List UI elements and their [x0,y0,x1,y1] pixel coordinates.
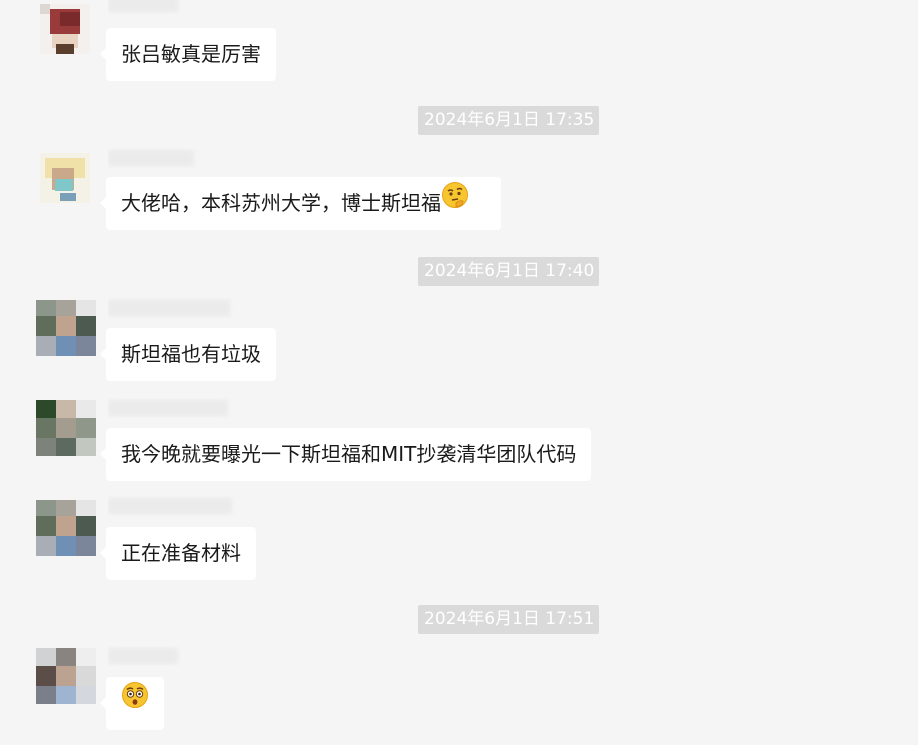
message-text: 正在准备材料 [121,541,241,565]
thinking-face-icon [441,176,469,229]
message-timestamp: 2024年6月1日 17:35 [418,106,599,135]
avatar[interactable] [36,500,96,556]
message-bubble[interactable]: 我今晚就要曝光一下斯坦福和MIT抄袭清华团队代码 [99,428,592,481]
astonished-face-icon [121,676,149,729]
sender-name [108,0,188,14]
avatar[interactable] [36,400,96,456]
avatar[interactable] [40,4,90,54]
message-text: 我今晚就要曝光一下斯坦福和MIT抄袭清华团队代码 [121,442,577,466]
message-bubble[interactable] [100,676,164,730]
message-bubble[interactable]: 大佬哈，本科苏州大学，博士斯坦福 [100,176,501,230]
avatar[interactable] [36,648,96,704]
sender-name [108,298,238,318]
message-text: 大佬哈，本科苏州大学，博士斯坦福 [121,191,441,215]
avatar[interactable] [40,153,90,203]
message-bubble[interactable]: 斯坦福也有垃圾 [100,328,276,381]
sender-name [108,398,233,418]
sender-name [108,646,188,666]
sender-name [108,496,238,516]
avatar[interactable] [36,300,96,356]
sender-name [108,148,198,168]
message-timestamp: 2024年6月1日 17:51 [418,605,599,634]
message-text: 张吕敏真是厉害 [121,42,261,66]
message-bubble[interactable]: 正在准备材料 [100,527,256,580]
message-bubble[interactable]: 张吕敏真是厉害 [100,28,276,81]
message-text: 斯坦福也有垃圾 [121,342,261,366]
message-timestamp: 2024年6月1日 17:40 [418,257,599,286]
